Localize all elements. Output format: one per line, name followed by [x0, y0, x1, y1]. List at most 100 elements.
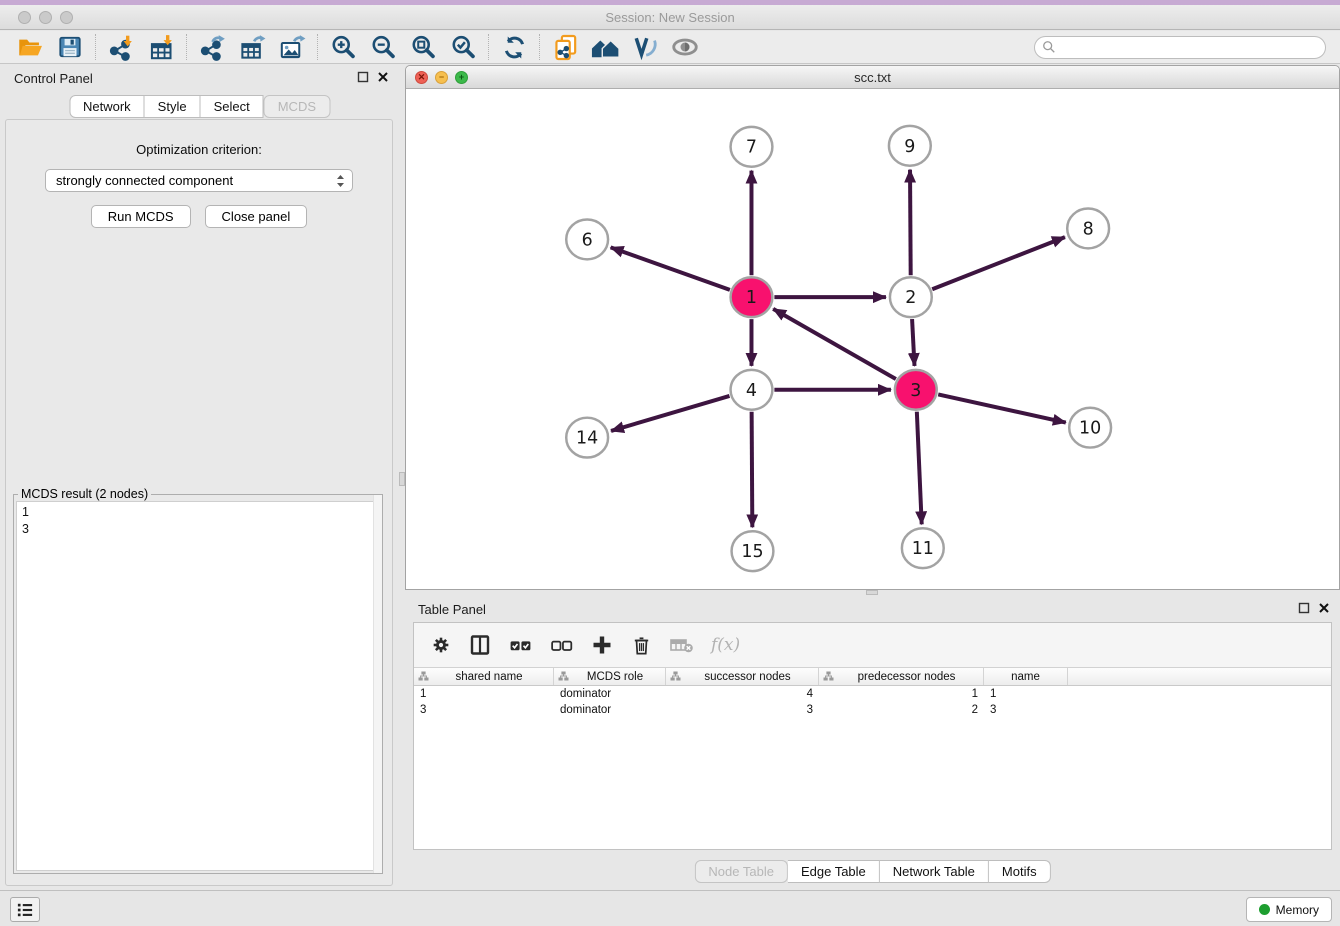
network-window: ✕ − + scc.txt 7968124314101511 [405, 65, 1340, 590]
delete-column-button[interactable] [630, 634, 653, 657]
cell-successor-nodes[interactable]: 4 [666, 688, 819, 700]
network-close-button[interactable]: ✕ [415, 71, 428, 84]
graph-edge-3-10[interactable] [938, 394, 1066, 422]
search-input[interactable] [1034, 36, 1326, 59]
close-panel-icon[interactable] [1318, 602, 1330, 614]
function-builder-button[interactable]: f(x) [711, 635, 740, 655]
graph-edge-4-15[interactable] [752, 412, 753, 528]
graph-node-label-15: 15 [741, 542, 763, 562]
network-minimize-button[interactable]: − [435, 71, 448, 84]
graph-edge-2-3[interactable] [912, 319, 914, 366]
delete-table-button[interactable] [669, 632, 695, 658]
cell-name[interactable]: 1 [984, 688, 1068, 700]
zoom-fit-button[interactable] [403, 32, 443, 62]
mcds-result-text[interactable]: 13 [16, 501, 380, 871]
export-network-button[interactable] [192, 32, 232, 62]
duplicate-network-button[interactable] [545, 32, 585, 62]
titlebar: Session: New Session [0, 5, 1340, 30]
main-toolbar [0, 31, 1340, 64]
mcds-result-title: MCDS result (2 nodes) [18, 487, 151, 501]
cell-mcds-role[interactable]: dominator [554, 688, 666, 700]
table-panel-title: Table Panel [418, 602, 486, 617]
close-panel-button[interactable]: Close panel [205, 205, 308, 228]
zoom-in-icon [329, 33, 357, 61]
export-image-button[interactable] [272, 32, 312, 62]
graph-node-label-4: 4 [746, 381, 757, 401]
import-table-button[interactable] [141, 32, 181, 62]
run-mcds-button[interactable]: Run MCDS [91, 205, 191, 228]
eye-icon [670, 32, 700, 62]
task-history-button[interactable] [10, 897, 40, 922]
mcds-result-fieldset: MCDS result (2 nodes) 13 [13, 494, 383, 874]
graph-node-label-3: 3 [910, 381, 921, 401]
tab-mcds[interactable]: MCDS [264, 95, 330, 118]
function-icon: f(x) [711, 635, 740, 655]
float-panel-icon[interactable] [1298, 602, 1310, 614]
table-panel-body: f(x) shared name [413, 622, 1332, 850]
import-table-icon [148, 34, 175, 61]
zoom-out-button[interactable] [363, 32, 403, 62]
column-header-name[interactable]: name [984, 668, 1068, 685]
graph-edge-3-11[interactable] [917, 412, 922, 525]
table-row[interactable]: 3 dominator 3 2 3 [414, 702, 1331, 718]
table-row[interactable]: 1 dominator 4 1 1 [414, 686, 1331, 702]
cell-mcds-role[interactable]: dominator [554, 704, 666, 716]
tab-style[interactable]: Style [145, 95, 201, 118]
graph-edge-2-9[interactable] [910, 170, 911, 276]
cell-shared-name[interactable]: 3 [414, 704, 554, 716]
save-session-button[interactable] [50, 32, 90, 62]
eye-button[interactable] [665, 32, 705, 62]
toolbar-separator [95, 34, 96, 60]
mcds-panel: Optimization criterion: strongly connect… [5, 119, 393, 886]
import-network-button[interactable] [101, 32, 141, 62]
cell-name[interactable]: 3 [984, 704, 1068, 716]
float-panel-icon[interactable] [357, 71, 369, 83]
open-session-button[interactable] [10, 32, 50, 62]
export-network-icon [199, 34, 226, 61]
add-column-icon [590, 633, 614, 657]
memory-button[interactable]: Memory [1246, 897, 1332, 922]
result-scrollbar[interactable] [373, 495, 382, 873]
tab-select[interactable]: Select [201, 95, 264, 118]
column-header-mcds-role[interactable]: MCDS role [554, 668, 666, 685]
tab-motifs[interactable]: Motifs [989, 860, 1051, 883]
add-column-button[interactable] [590, 633, 614, 657]
tab-network[interactable]: Network [69, 95, 145, 118]
column-header-successor-nodes[interactable]: successor nodes [666, 668, 819, 685]
hide-labels-icon [631, 33, 659, 61]
delete-column-icon [630, 634, 653, 657]
network-graph[interactable]: 7968124314101511 [406, 90, 1339, 589]
column-header-shared-name[interactable]: shared name [414, 668, 554, 685]
graph-edge-2-8[interactable] [932, 237, 1065, 289]
refresh-button[interactable] [494, 32, 534, 62]
show-columns-button[interactable] [468, 633, 492, 657]
cell-predecessor-nodes[interactable]: 2 [819, 704, 984, 716]
network-window-title: scc.txt [406, 70, 1339, 85]
cell-predecessor-nodes[interactable]: 1 [819, 688, 984, 700]
criterion-select[interactable]: strongly connected component [45, 169, 353, 192]
graph-edge-1-6[interactable] [611, 247, 730, 290]
search-icon [1042, 40, 1056, 54]
close-panel-icon[interactable] [377, 71, 389, 83]
tab-network-table[interactable]: Network Table [880, 860, 989, 883]
cell-successor-nodes[interactable]: 3 [666, 704, 819, 716]
export-table-button[interactable] [232, 32, 272, 62]
homes-button[interactable] [585, 32, 625, 62]
status-bar: Memory [0, 890, 1340, 926]
deselect-all-button[interactable] [549, 633, 574, 658]
tab-edge-table[interactable]: Edge Table [788, 860, 880, 883]
network-canvas[interactable]: 7968124314101511 [406, 90, 1339, 589]
table-settings-button[interactable] [430, 634, 452, 656]
graph-edge-4-14[interactable] [611, 396, 729, 431]
zoom-in-button[interactable] [323, 32, 363, 62]
tab-node-table[interactable]: Node Table [694, 860, 788, 883]
graph-edge-3-1[interactable] [773, 309, 896, 379]
table-panel-tabs: Node Table Edge Table Network Table Moti… [694, 860, 1050, 883]
column-header-predecessor-nodes[interactable]: predecessor nodes [819, 668, 984, 685]
hide-labels-button[interactable] [625, 32, 665, 62]
cell-shared-name[interactable]: 1 [414, 688, 554, 700]
zoom-selected-button[interactable] [443, 32, 483, 62]
network-maximize-button[interactable]: + [455, 71, 468, 84]
graph-node-label-9: 9 [904, 137, 915, 157]
select-all-button[interactable] [508, 633, 533, 658]
